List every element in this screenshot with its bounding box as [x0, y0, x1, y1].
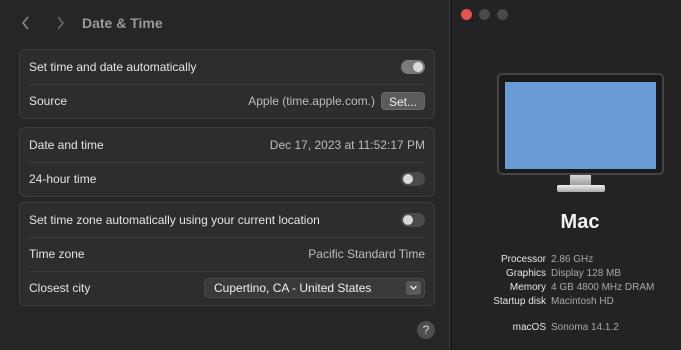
- closest-city-select[interactable]: Cupertino, CA - United States: [204, 278, 425, 298]
- source-value: Apple (time.apple.com.): [248, 94, 375, 108]
- date-time-value: Dec 17, 2023 at 11:52:17 PM: [269, 138, 425, 152]
- chevron-right-icon: [57, 16, 65, 30]
- date-time-window: Date & Time Set time and date automatica…: [0, 0, 450, 350]
- desktop: Date & Time Set time and date automatica…: [0, 0, 681, 350]
- monitor-screen: [505, 82, 656, 169]
- source-row: Source Apple (time.apple.com.) Set...: [20, 84, 434, 118]
- spec-value: Display 128 MB: [551, 268, 622, 279]
- auto-time-group: Set time and date automatically Source A…: [19, 49, 435, 119]
- hour24-row: 24-hour time: [20, 162, 434, 196]
- spec-value: Sonoma 14.1.2: [551, 322, 619, 333]
- spec-key: Memory: [509, 282, 546, 293]
- spec-key: Processor: [500, 254, 546, 265]
- toggle-knob: [403, 174, 413, 184]
- timezone-group: Set time zone automatically using your c…: [19, 202, 435, 306]
- spec-value: 4 GB 4800 MHz DRAM: [551, 282, 655, 293]
- monitor-stand-foot: [557, 185, 605, 192]
- close-button[interactable]: [461, 9, 472, 20]
- auto-timezone-toggle[interactable]: [401, 213, 425, 227]
- back-button[interactable]: [17, 14, 35, 34]
- toggle-knob: [403, 215, 413, 225]
- date-time-group: Date and time Dec 17, 2023 at 11:52:17 P…: [19, 127, 435, 197]
- spec-value: 2.86 GHz: [551, 254, 594, 265]
- timezone-row: Time zone Pacific Standard Time: [20, 237, 434, 271]
- about-mac-window: Mac Processor 2.86 GHz Graphics Display …: [452, 0, 681, 350]
- auto-set-label: Set time and date automatically: [29, 60, 197, 74]
- date-time-label: Date and time: [29, 138, 104, 152]
- set-button[interactable]: Set...: [380, 92, 425, 110]
- timezone-value: Pacific Standard Time: [308, 247, 425, 261]
- hour24-toggle[interactable]: [401, 172, 425, 186]
- forward-button[interactable]: [51, 14, 69, 34]
- auto-timezone-label: Set time zone automatically using your c…: [29, 213, 320, 227]
- spec-row-memory: Memory 4 GB 4800 MHz DRAM: [452, 281, 681, 295]
- spec-row-macos: macOS Sonoma 14.1.2: [452, 321, 681, 335]
- toggle-knob: [413, 62, 423, 72]
- spec-key: macOS: [512, 322, 546, 333]
- closest-city-value: Cupertino, CA - United States: [214, 281, 372, 295]
- source-controls: Apple (time.apple.com.) Set...: [248, 92, 425, 110]
- closest-city-label: Closest city: [29, 281, 91, 295]
- auto-set-toggle[interactable]: [401, 60, 425, 74]
- page-title: Date & Time: [82, 15, 163, 31]
- timezone-label: Time zone: [29, 247, 85, 261]
- spec-key: Startup disk: [493, 296, 546, 307]
- help-button[interactable]: ?: [417, 321, 435, 339]
- spec-row-graphics: Graphics Display 128 MB: [452, 267, 681, 281]
- mac-name: Mac: [560, 211, 600, 233]
- chevron-updown-icon: [406, 281, 421, 295]
- window-header: Date & Time: [0, 0, 450, 48]
- zoom-button[interactable]: [497, 9, 508, 20]
- spec-value: Macintosh HD: [551, 296, 614, 307]
- auto-timezone-row: Set time zone automatically using your c…: [20, 203, 434, 237]
- spec-list: Processor 2.86 GHz Graphics Display 128 …: [452, 253, 681, 335]
- source-label: Source: [29, 94, 68, 108]
- spec-row-processor: Processor 2.86 GHz: [452, 253, 681, 267]
- spec-row-startup-disk: Startup disk Macintosh HD: [452, 295, 681, 309]
- monitor-icon: [497, 73, 664, 175]
- date-time-row: Date and time Dec 17, 2023 at 11:52:17 P…: [20, 128, 434, 162]
- hour24-label: 24-hour time: [29, 172, 97, 186]
- closest-city-row: Closest city Cupertino, CA - United Stat…: [20, 271, 434, 305]
- auto-set-row: Set time and date automatically: [20, 50, 434, 84]
- minimize-button[interactable]: [479, 9, 490, 20]
- spec-key: Graphics: [505, 268, 546, 279]
- chevron-left-icon: [21, 16, 29, 30]
